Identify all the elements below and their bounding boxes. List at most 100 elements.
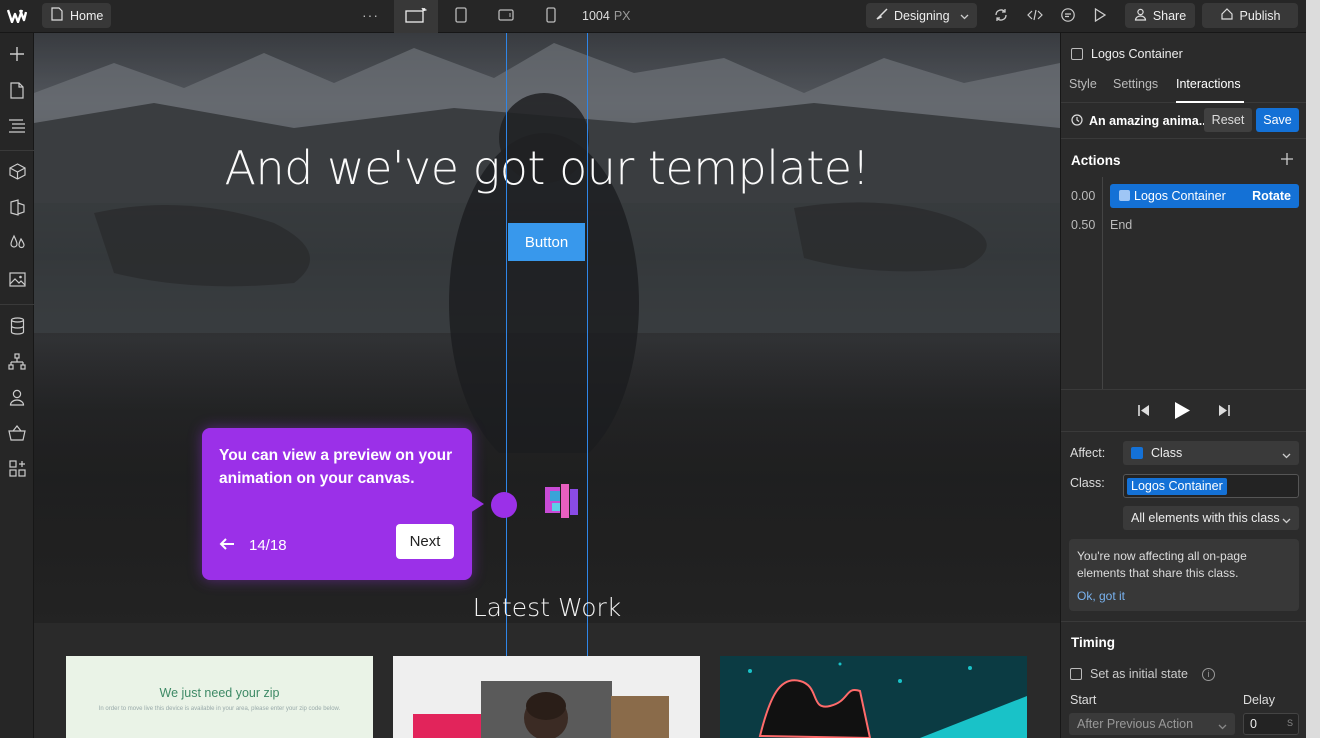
components-button[interactable] bbox=[6, 162, 28, 184]
navigator-button[interactable] bbox=[6, 116, 28, 138]
canvas-width-readout: 1004 PX bbox=[582, 9, 631, 23]
more-options-button[interactable]: ··· bbox=[362, 7, 379, 23]
dismiss-link[interactable]: Ok, got it bbox=[1077, 589, 1125, 603]
users-button[interactable] bbox=[6, 388, 28, 410]
tour-tooltip-pointer bbox=[470, 495, 484, 513]
variables-button[interactable] bbox=[6, 233, 28, 255]
action-item[interactable]: Logos Container Rotate bbox=[1110, 184, 1299, 208]
start-select[interactable]: After Previous Action bbox=[1069, 713, 1235, 735]
comment-icon bbox=[1060, 7, 1076, 26]
cms-button[interactable] bbox=[6, 316, 28, 338]
class-input[interactable]: Logos Container bbox=[1123, 474, 1299, 498]
info-text: You're now affecting all on-page element… bbox=[1077, 549, 1247, 580]
database-icon bbox=[10, 316, 25, 338]
publish-button[interactable]: Publish bbox=[1202, 3, 1298, 28]
canvas-width-value: 1004 bbox=[582, 9, 610, 23]
selected-element-header: Logos Container bbox=[1071, 47, 1183, 61]
tour-hotspot[interactable] bbox=[491, 492, 517, 518]
tab-style[interactable]: Style bbox=[1069, 77, 1097, 91]
reset-button[interactable]: Reset bbox=[1204, 108, 1252, 132]
logos-container-element[interactable] bbox=[544, 483, 580, 519]
delay-value: 0 bbox=[1250, 717, 1257, 731]
tour-back-button[interactable] bbox=[219, 537, 235, 554]
code-icon bbox=[1027, 9, 1043, 24]
clock-icon bbox=[1071, 114, 1083, 129]
action-time: 0.00 bbox=[1071, 189, 1096, 203]
delay-label: Delay bbox=[1243, 693, 1275, 707]
affect-value: Class bbox=[1151, 446, 1183, 460]
tablet-breakpoint-button[interactable] bbox=[446, 0, 476, 33]
work-card[interactable] bbox=[393, 656, 700, 738]
mobile-landscape-breakpoint-button[interactable] bbox=[491, 0, 521, 33]
animation-name[interactable]: An amazing anima... bbox=[1089, 114, 1204, 128]
tab-settings[interactable]: Settings bbox=[1113, 77, 1158, 91]
refresh-icon bbox=[993, 7, 1009, 26]
initial-state-checkbox[interactable] bbox=[1070, 668, 1082, 680]
mobile-portrait-icon bbox=[546, 7, 556, 26]
tab-interactions[interactable]: Interactions bbox=[1176, 77, 1241, 91]
publish-label: Publish bbox=[1239, 8, 1281, 23]
code-view-button[interactable] bbox=[1025, 6, 1045, 26]
class-tag[interactable]: Logos Container bbox=[1127, 478, 1227, 495]
pages-button[interactable] bbox=[6, 81, 28, 103]
mode-dropdown[interactable]: Designing bbox=[866, 3, 977, 28]
animation-header: An amazing anima... Reset Save bbox=[1061, 103, 1307, 139]
drops-icon bbox=[9, 234, 26, 254]
preview-button[interactable] bbox=[1090, 6, 1110, 26]
initial-state-row: Set as initial state i bbox=[1070, 667, 1215, 681]
play-icon[interactable] bbox=[1174, 401, 1191, 423]
card-thumbnail-image bbox=[720, 656, 1027, 738]
latest-work-heading[interactable]: Latest Work bbox=[34, 593, 1060, 622]
tour-message: You can view a preview on your animation… bbox=[219, 447, 453, 487]
toolbar-divider bbox=[0, 304, 34, 305]
assets-button[interactable] bbox=[6, 270, 28, 292]
style-selectors-button[interactable] bbox=[6, 198, 28, 220]
scope-select[interactable]: All elements with this class bbox=[1123, 506, 1299, 530]
delay-input[interactable]: 0 S bbox=[1243, 713, 1299, 735]
work-card[interactable] bbox=[720, 656, 1027, 738]
publish-icon bbox=[1220, 8, 1234, 23]
panel-tabs: Style Settings Interactions bbox=[1061, 73, 1307, 103]
webflow-logo-icon[interactable] bbox=[6, 6, 28, 26]
hero-section[interactable]: And we've got our template! Button bbox=[34, 33, 1060, 623]
sync-button[interactable] bbox=[991, 6, 1011, 26]
chevron-down-icon bbox=[1282, 449, 1291, 463]
initial-state-label: Set as initial state bbox=[1090, 667, 1188, 681]
ecommerce-button[interactable] bbox=[6, 423, 28, 445]
class-info-notice: You're now affecting all on-page element… bbox=[1069, 539, 1299, 611]
user-icon bbox=[9, 389, 25, 409]
apps-grid-icon bbox=[8, 460, 26, 480]
canvas-width-unit: PX bbox=[613, 9, 631, 23]
affect-select[interactable]: Class bbox=[1123, 441, 1299, 465]
info-icon[interactable]: i bbox=[1201, 667, 1215, 681]
actions-title: Actions bbox=[1071, 153, 1121, 168]
skip-forward-button[interactable] bbox=[1218, 404, 1231, 420]
toolbar-divider bbox=[0, 150, 34, 151]
add-action-button[interactable] bbox=[1281, 153, 1293, 168]
skip-back-button[interactable] bbox=[1137, 404, 1150, 420]
mobile-portrait-breakpoint-button[interactable] bbox=[536, 0, 566, 33]
window-scrollbar[interactable] bbox=[1306, 0, 1320, 738]
add-elements-button[interactable] bbox=[6, 44, 28, 66]
comments-button[interactable] bbox=[1058, 6, 1078, 26]
plus-icon bbox=[1281, 153, 1293, 168]
save-button[interactable]: Save bbox=[1256, 108, 1299, 132]
design-canvas[interactable]: And we've got our template! Button You c… bbox=[34, 33, 1060, 738]
delay-unit: S bbox=[1286, 718, 1293, 728]
apps-button[interactable] bbox=[6, 459, 28, 481]
tour-next-button[interactable]: Next bbox=[396, 524, 454, 559]
selection-guide-left bbox=[506, 33, 507, 738]
card-thumbnail-image bbox=[393, 656, 700, 738]
style-manager-icon bbox=[9, 199, 26, 219]
hero-heading[interactable]: And we've got our template! bbox=[34, 141, 1060, 195]
page-selector-button[interactable]: Home bbox=[42, 3, 111, 28]
start-value: After Previous Action bbox=[1077, 717, 1194, 731]
share-button[interactable]: Share bbox=[1125, 3, 1195, 28]
desktop-breakpoint-button[interactable] bbox=[394, 0, 438, 33]
hero-button[interactable]: Button bbox=[508, 223, 585, 261]
basket-icon bbox=[8, 424, 26, 444]
action-target: Logos Container bbox=[1134, 189, 1226, 203]
cube-icon bbox=[8, 163, 26, 183]
logic-button[interactable] bbox=[6, 352, 28, 374]
work-card[interactable]: We just need your zip In order to move l… bbox=[66, 656, 373, 738]
